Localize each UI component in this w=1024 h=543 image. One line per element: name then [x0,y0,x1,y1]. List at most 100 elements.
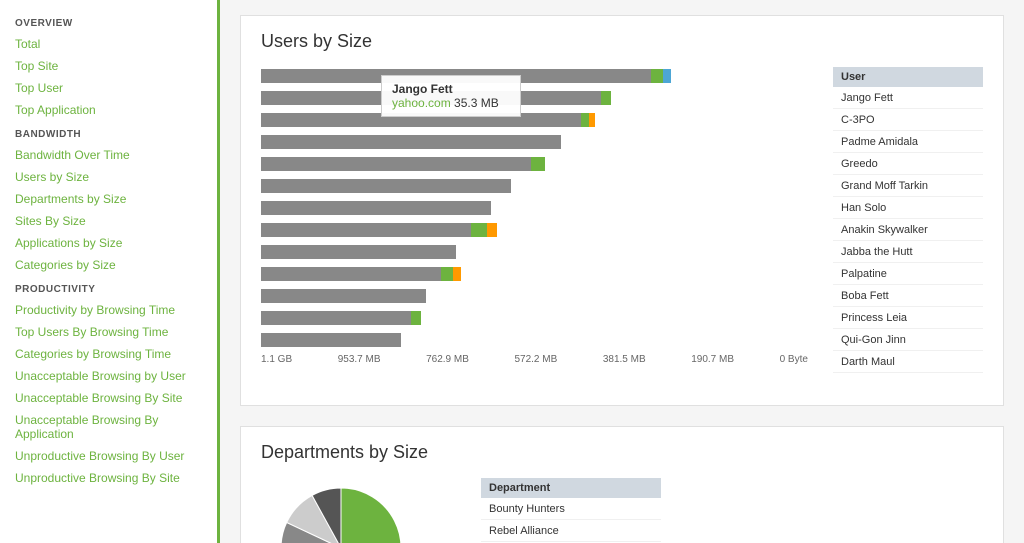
sidebar-item[interactable]: Sites By Size [0,210,217,232]
bar-row [261,309,813,327]
bar-gray-segment [261,113,581,127]
user-legend-item: Greedo [833,153,983,175]
departments-by-size-section: Departments by Size Department Bounty Hu… [240,426,1004,543]
bar-row [261,265,813,283]
bar-row [261,155,813,173]
bar-green-segment [651,69,663,83]
bar-segment-container [261,223,497,237]
user-legend-header: User [833,67,983,87]
user-legend-item: Princess Leia [833,307,983,329]
user-legend-item: Boba Fett [833,285,983,307]
sidebar-item[interactable]: Bandwidth Over Time [0,144,217,166]
user-legend-item: Jango Fett [833,87,983,109]
sidebar-item[interactable]: Departments by Size [0,188,217,210]
bar-chart-container: Jango Fettyahoo.com 35.3 MB 1.1 GB953.7 M… [261,67,983,390]
sidebar-item[interactable]: Categories by Size [0,254,217,276]
sidebar-section-header: BANDWIDTH [0,121,217,144]
bar-gray-segment [261,245,456,259]
bar-segment-container [261,333,401,347]
bar-green-segment [441,267,453,281]
sidebar-item[interactable]: Total [0,33,217,55]
user-legend-item: Qui-Gon Jinn [833,329,983,351]
user-legend-item: C-3PO [833,109,983,131]
sidebar-item[interactable]: Top Application [0,99,217,121]
x-axis-label: 190.7 MB [691,354,734,365]
sidebar-section-header: OVERVIEW [0,10,217,33]
users-chart-title: Users by Size [261,31,983,52]
dept-legend-item: Rebel Alliance [481,520,661,542]
pie-area [261,478,461,543]
bar-segment-container [261,157,545,171]
sidebar-section-header: PRODUCTIVITY [0,276,217,299]
dept-chart-container: Department Bounty HuntersRebel AllianceG… [261,478,983,543]
sidebar-item[interactable]: Unacceptable Browsing by User [0,365,217,387]
bar-row [261,177,813,195]
bar-row [261,89,813,107]
sidebar-item[interactable]: Unacceptable Browsing By Site [0,387,217,409]
bar-row [261,111,813,129]
bar-green-segment [601,91,611,105]
bar-segment-container [261,267,461,281]
user-legend-item: Padme Amidala [833,131,983,153]
sidebar-item[interactable]: Applications by Size [0,232,217,254]
bar-row [261,243,813,261]
bar-orange-segment [487,223,497,237]
sidebar-item[interactable]: Top Users By Browsing Time [0,321,217,343]
sidebar-item[interactable]: Top User [0,77,217,99]
sidebar-item[interactable]: Unproductive Browsing By User [0,445,217,467]
bar-green-segment [531,157,545,171]
departments-chart-title: Departments by Size [261,442,983,463]
bar-gray-segment [261,311,411,325]
bar-gray-segment [261,179,511,193]
bar-gray-segment [261,157,531,171]
pie-chart [261,478,441,543]
x-axis-label: 0 Byte [780,354,808,365]
pie-segment [341,488,401,543]
users-by-size-section: Users by Size Jango Fettyahoo.com 35.3 M… [240,15,1004,406]
bar-gray-segment [261,223,471,237]
sidebar: OVERVIEWTotalTop SiteTop UserTop Applica… [0,0,220,543]
sidebar-item[interactable]: Unacceptable Browsing By Application [0,409,217,445]
bar-green-segment [471,223,487,237]
dept-legend-item: Bounty Hunters [481,498,661,520]
bar-gray-segment [261,267,441,281]
bar-row [261,133,813,151]
bar-chart-area: Jango Fettyahoo.com 35.3 MB 1.1 GB953.7 M… [261,67,813,390]
bar-row [261,331,813,349]
bar-gray-segment [261,333,401,347]
bar-row [261,199,813,217]
bar-segment-container [261,289,426,303]
sidebar-item[interactable]: Productivity by Browsing Time [0,299,217,321]
bar-segment-container [261,179,511,193]
bar-gray-segment [261,201,491,215]
bar-gray-segment [261,69,651,83]
user-legend-item: Palpatine [833,263,983,285]
sidebar-item[interactable]: Users by Size [0,166,217,188]
bar-segment-container [261,91,611,105]
x-axis-label: 953.7 MB [338,354,381,365]
bar-segment-container [261,311,421,325]
sidebar-item[interactable]: Categories by Browsing Time [0,343,217,365]
user-legend-item: Darth Maul [833,351,983,373]
sidebar-item[interactable]: Unproductive Browsing By Site [0,467,217,489]
bar-segment-container [261,135,561,149]
bar-orange-segment [453,267,461,281]
user-legend-item: Anakin Skywalker [833,219,983,241]
user-legend-item: Jabba the Hutt [833,241,983,263]
bar-segment-container [261,113,595,127]
dept-legend-header: Department [481,478,661,498]
bar-row: Jango Fettyahoo.com 35.3 MB [261,67,813,85]
user-legend: User Jango FettC-3POPadme AmidalaGreedoG… [833,67,983,390]
bar-segment-container [261,245,456,259]
dept-legend: Department Bounty HuntersRebel AllianceG… [481,478,661,543]
bar-segment-container [261,69,671,83]
user-legend-item: Grand Moff Tarkin [833,175,983,197]
bar-segment-container [261,201,491,215]
x-axis: 1.1 GB953.7 MB762.9 MB572.2 MB381.5 MB19… [261,354,813,365]
bar-green-segment [411,311,421,325]
sidebar-item[interactable]: Top Site [0,55,217,77]
x-axis-label: 572.2 MB [514,354,557,365]
bar-row [261,221,813,239]
bar-orange-segment [589,113,595,127]
bar-green-segment [581,113,589,127]
